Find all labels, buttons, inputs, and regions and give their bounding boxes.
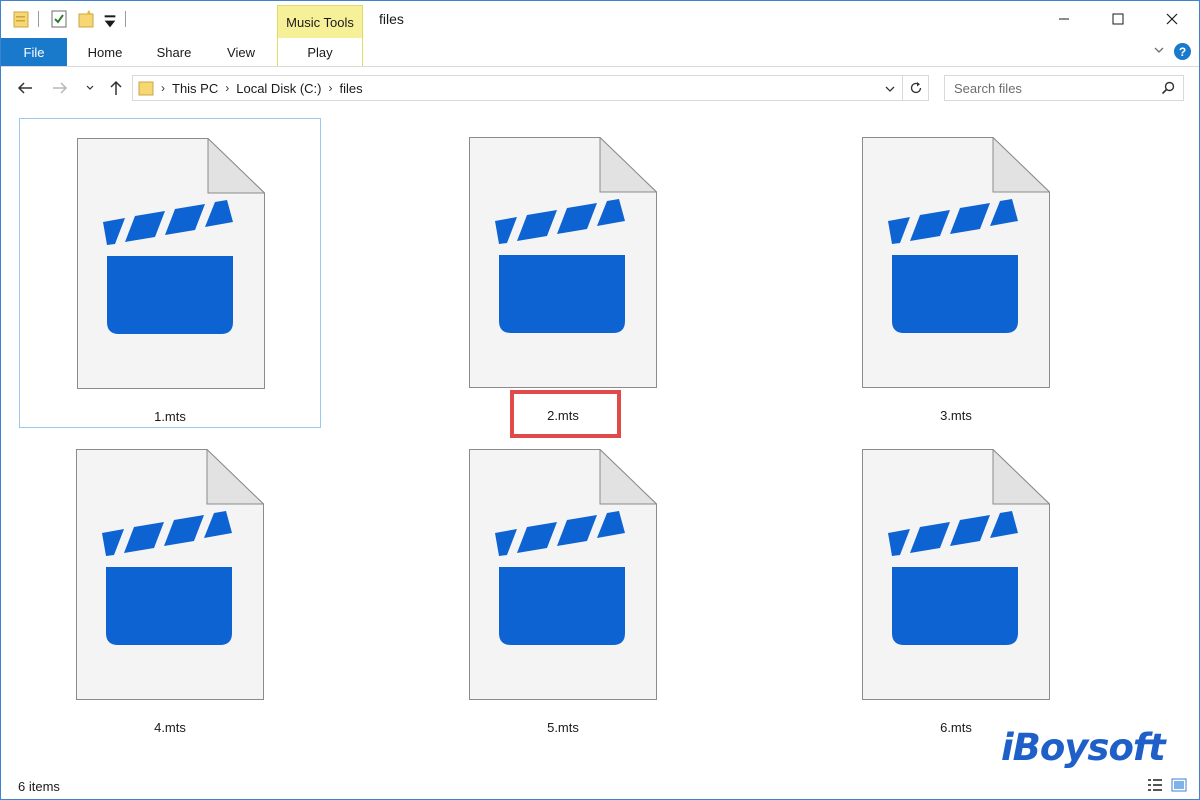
chevron-down-icon[interactable]: [1153, 44, 1165, 56]
video-file-icon: [862, 449, 1050, 700]
breadcrumb-local-disk[interactable]: Local Disk (C:): [236, 81, 321, 96]
file-grid: 1.mts 2.mts 3.mts 4.mts 5.mts 6.mts: [1, 105, 1199, 771]
forward-button[interactable]: [51, 79, 69, 97]
details-view-icon[interactable]: [1147, 777, 1163, 793]
folder-icon: [138, 81, 154, 96]
recent-locations-button[interactable]: [81, 79, 99, 97]
file-item[interactable]: 4.mts: [19, 430, 321, 740]
title-bar: Music Tools files: [1, 1, 1199, 38]
quick-access-separator: [125, 11, 126, 27]
close-button[interactable]: [1145, 1, 1199, 37]
file-item[interactable]: 3.mts: [805, 118, 1107, 428]
navigation-bar: › This PC › Local Disk (C:) › files: [1, 71, 1199, 105]
breadcrumb-separator: ›: [225, 81, 230, 95]
iboysoft-watermark-logo: iBoysoft: [1001, 726, 1166, 769]
file-name[interactable]: 1.mts: [20, 409, 320, 424]
maximize-icon: [1112, 13, 1124, 25]
search-input[interactable]: [945, 76, 1145, 100]
item-count: 6 items: [18, 779, 60, 794]
minimize-button[interactable]: [1037, 1, 1091, 37]
customize-dropdown-icon[interactable]: [102, 13, 118, 31]
file-item[interactable]: 5.mts: [412, 430, 714, 740]
video-file-icon: [469, 449, 657, 700]
close-icon: [1166, 13, 1178, 25]
chevron-down-icon: [86, 85, 94, 90]
large-icons-view-icon[interactable]: [1171, 777, 1187, 793]
breadcrumb-separator: ›: [161, 81, 165, 95]
window-title: files: [379, 11, 404, 27]
minimize-icon: [1059, 18, 1069, 20]
explorer-window: Music Tools files File Home Share View P…: [0, 0, 1200, 800]
checkmark-icon[interactable]: [51, 10, 67, 28]
up-arrow-icon: [110, 80, 122, 95]
tab-play[interactable]: Play: [277, 38, 363, 66]
forward-arrow-icon: [53, 82, 68, 94]
maximize-button[interactable]: [1091, 1, 1145, 37]
new-folder-icon[interactable]: [78, 10, 94, 28]
tab-file[interactable]: File: [1, 38, 67, 66]
file-name[interactable]: 3.mts: [805, 408, 1107, 423]
back-button[interactable]: [16, 79, 34, 97]
tab-home[interactable]: Home: [81, 38, 129, 66]
video-file-icon: [77, 138, 265, 389]
refresh-icon: [910, 82, 921, 94]
folder-properties-icon[interactable]: [13, 10, 29, 28]
back-arrow-icon: [17, 82, 32, 94]
breadcrumb-this-pc[interactable]: This PC: [172, 81, 218, 96]
refresh-button[interactable]: [903, 75, 929, 101]
search-icon[interactable]: [1161, 81, 1175, 95]
address-bar[interactable]: › This PC › Local Disk (C:) › files: [132, 75, 903, 101]
video-file-icon: [76, 449, 264, 700]
help-icon[interactable]: ?: [1174, 43, 1191, 60]
highlight-annotation: [510, 390, 621, 438]
file-name[interactable]: 4.mts: [19, 720, 321, 735]
up-button[interactable]: [107, 79, 125, 97]
video-file-icon: [862, 137, 1050, 388]
search-box[interactable]: [944, 75, 1184, 101]
tab-share[interactable]: Share: [151, 38, 197, 66]
file-name[interactable]: 5.mts: [412, 720, 714, 735]
video-file-icon: [469, 137, 657, 388]
breadcrumb-separator: ›: [328, 81, 333, 95]
tab-view[interactable]: View: [220, 38, 262, 66]
ribbon-tabs: File Home Share View Play ?: [1, 38, 1199, 67]
file-item[interactable]: 2.mts: [412, 118, 714, 428]
file-item[interactable]: 1.mts: [19, 118, 321, 428]
status-bar: 6 items: [1, 771, 1199, 799]
address-dropdown-icon[interactable]: [884, 83, 896, 95]
file-item[interactable]: 6.mts: [805, 430, 1107, 740]
quick-access-separator: [38, 11, 39, 27]
breadcrumb-files[interactable]: files: [339, 81, 362, 96]
music-tools-tab-group: Music Tools: [277, 5, 363, 38]
